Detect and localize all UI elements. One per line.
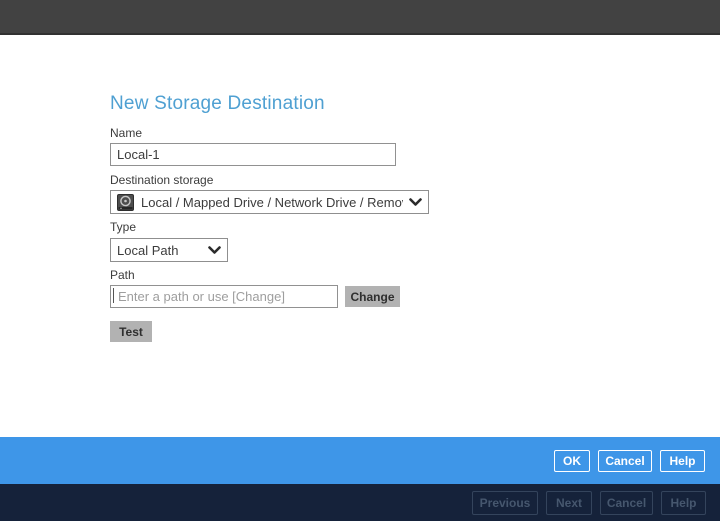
type-value: Local Path: [117, 243, 202, 258]
type-select[interactable]: Local Path: [110, 238, 228, 262]
path-input[interactable]: [110, 285, 338, 308]
change-button[interactable]: Change: [345, 286, 400, 307]
wizard-cancel-button: Cancel: [600, 491, 653, 515]
path-label: Path: [110, 268, 135, 282]
test-button[interactable]: Test: [110, 321, 152, 342]
app-top-bar: [0, 0, 720, 35]
next-button: Next: [546, 491, 592, 515]
destination-storage-value: Local / Mapped Drive / Network Drive / R…: [141, 195, 403, 210]
wizard-footer: Previous Next Cancel Help: [0, 484, 720, 521]
wizard-help-button: Help: [661, 491, 706, 515]
name-input[interactable]: [110, 143, 396, 166]
destination-storage-label: Destination storage: [110, 173, 213, 187]
name-label: Name: [110, 126, 142, 140]
type-label: Type: [110, 220, 136, 234]
chevron-down-icon: [409, 198, 422, 207]
help-button[interactable]: Help: [660, 450, 705, 472]
chevron-down-icon: [208, 246, 221, 255]
text-caret: [113, 288, 114, 303]
dialog-content: New Storage Destination Name Destination…: [0, 35, 720, 437]
ok-button[interactable]: OK: [554, 450, 590, 472]
hard-drive-icon: [117, 194, 134, 211]
path-input-wrap: [110, 285, 338, 308]
page-title: New Storage Destination: [110, 93, 325, 115]
dialog-footer: OK Cancel Help: [0, 437, 720, 484]
previous-button: Previous: [472, 491, 538, 515]
cancel-button[interactable]: Cancel: [598, 450, 652, 472]
destination-storage-select[interactable]: Local / Mapped Drive / Network Drive / R…: [110, 190, 429, 214]
